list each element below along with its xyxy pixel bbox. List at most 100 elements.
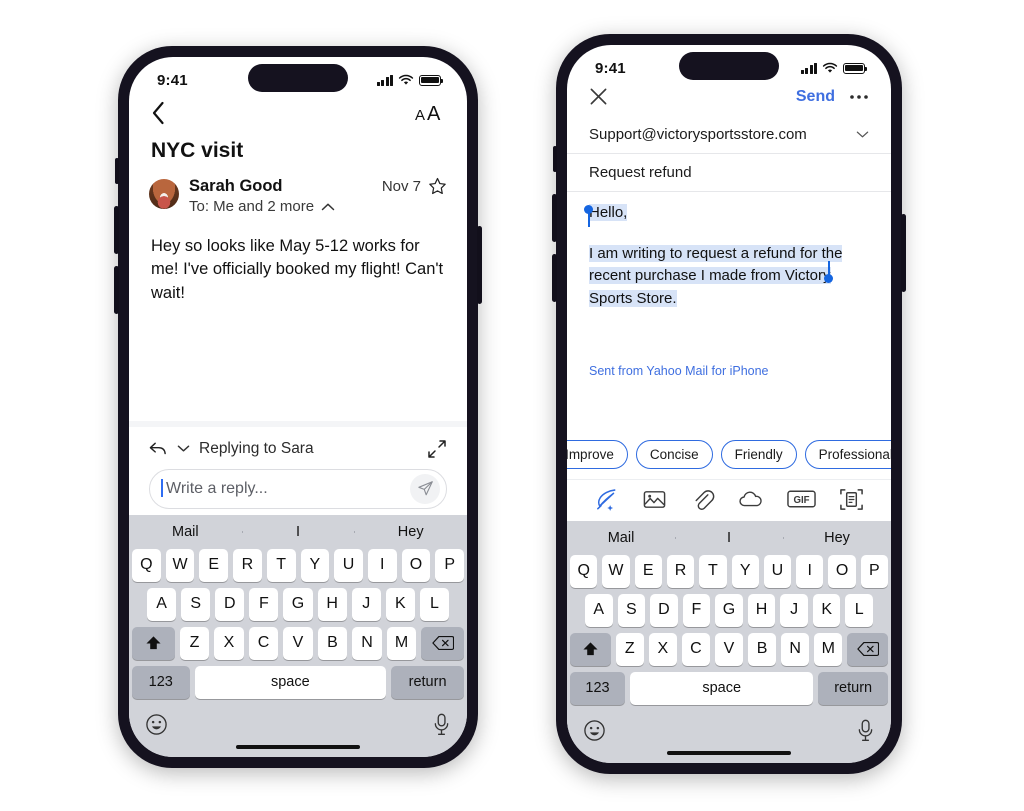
to-field-row[interactable]: Support@victorysportsstore.com <box>567 116 891 154</box>
key-h-right[interactable]: H <box>747 593 776 627</box>
shift-key-right[interactable] <box>570 632 611 666</box>
send-reply-button[interactable] <box>410 473 440 504</box>
key-f[interactable]: F <box>249 587 279 621</box>
key-j[interactable]: J <box>351 587 381 621</box>
key-x-right[interactable]: X <box>648 632 677 666</box>
key-p[interactable]: P <box>435 548 465 582</box>
key-r-right[interactable]: R <box>666 554 695 588</box>
shift-key[interactable] <box>131 626 175 660</box>
compose-body[interactable]: Hello, I am writing to request a refund … <box>567 192 891 430</box>
volume-up-button-right[interactable] <box>552 194 557 242</box>
chevron-down-icon-recipients[interactable] <box>856 130 869 139</box>
ai-quill-icon[interactable] <box>594 487 619 512</box>
key-z[interactable]: Z <box>179 626 210 660</box>
key-m-right[interactable]: M <box>814 632 843 666</box>
key-a[interactable]: A <box>147 587 177 621</box>
key-r[interactable]: R <box>233 548 262 582</box>
key-o-right[interactable]: O <box>828 554 856 588</box>
star-icon[interactable] <box>428 177 447 196</box>
key-n-right[interactable]: N <box>781 632 810 666</box>
key-g[interactable]: G <box>283 587 313 621</box>
silence-switch-right[interactable] <box>553 146 557 172</box>
key-w[interactable]: W <box>165 548 195 582</box>
key-b-right[interactable]: B <box>748 632 777 666</box>
microphone-icon[interactable] <box>432 713 451 736</box>
suggestion-2[interactable]: Hey <box>354 524 467 540</box>
volume-down-button-right[interactable] <box>552 254 557 302</box>
key-a-right[interactable]: A <box>584 593 613 627</box>
key-q-right[interactable]: Q <box>570 554 598 588</box>
more-dots-icon[interactable] <box>849 93 869 101</box>
key-l-right[interactable]: L <box>845 593 874 627</box>
emoji-smiley-icon[interactable] <box>145 713 168 736</box>
key-h[interactable]: H <box>317 587 347 621</box>
key-m[interactable]: M <box>386 626 417 660</box>
attachment-paperclip-icon[interactable] <box>690 487 715 512</box>
suggestion-right-2[interactable]: Hey <box>783 530 891 546</box>
close-compose-button[interactable] <box>589 87 608 106</box>
key-p-right[interactable]: P <box>860 554 888 588</box>
key-e[interactable]: E <box>199 548 229 582</box>
subject-field-row[interactable]: Request refund <box>567 154 891 192</box>
selection-end-handle[interactable] <box>824 274 833 283</box>
home-indicator-right[interactable] <box>667 750 791 755</box>
pill-improve[interactable]: Improve <box>567 439 628 469</box>
key-v[interactable]: V <box>283 626 313 660</box>
text-size-icon[interactable]: A A <box>415 102 445 124</box>
key-q[interactable]: Q <box>131 548 161 582</box>
selected-text-block[interactable]: Hello, I am writing to request a refund … <box>584 204 843 307</box>
backspace-key-right[interactable] <box>847 632 888 666</box>
key-i[interactable]: I <box>367 548 397 582</box>
numbers-key[interactable]: 123 <box>132 665 190 699</box>
chevron-up-icon[interactable] <box>321 202 335 212</box>
key-n[interactable]: N <box>352 626 382 660</box>
power-button[interactable] <box>477 226 482 304</box>
selection-start-handle[interactable] <box>584 205 593 214</box>
return-key-right[interactable]: return <box>818 671 888 705</box>
key-k-right[interactable]: K <box>812 593 841 627</box>
backspace-key[interactable] <box>421 626 465 660</box>
emoji-smiley-icon-right[interactable] <box>583 719 606 742</box>
volume-down-button[interactable] <box>114 266 119 314</box>
space-key[interactable]: space <box>194 665 387 699</box>
pill-friendly[interactable]: Friendly <box>720 439 797 469</box>
pill-concise[interactable]: Concise <box>635 439 713 469</box>
cloud-icon[interactable] <box>738 487 764 512</box>
key-x[interactable]: X <box>214 626 244 660</box>
key-l[interactable]: L <box>419 587 449 621</box>
numbers-key-right[interactable]: 123 <box>570 671 625 705</box>
gif-icon[interactable]: GIF <box>786 488 816 510</box>
key-c-right[interactable]: C <box>681 632 710 666</box>
key-j-right[interactable]: J <box>780 593 808 627</box>
suggestion-right-1[interactable]: I <box>675 530 783 546</box>
key-b[interactable]: B <box>317 626 348 660</box>
silence-switch[interactable] <box>115 158 119 184</box>
suggestion-right-0[interactable]: Mail <box>567 530 675 546</box>
key-w-right[interactable]: W <box>602 554 630 588</box>
key-g-right[interactable]: G <box>715 593 743 627</box>
key-t-right[interactable]: T <box>699 554 727 588</box>
reply-arrow-icon[interactable] <box>149 441 168 457</box>
back-button[interactable] <box>151 101 166 125</box>
key-e-right[interactable]: E <box>634 554 662 588</box>
photo-icon[interactable] <box>642 487 667 512</box>
key-s[interactable]: S <box>181 587 211 621</box>
key-u-right[interactable]: U <box>763 554 792 588</box>
key-y[interactable]: Y <box>300 548 330 582</box>
microphone-icon-right[interactable] <box>856 719 875 742</box>
return-key[interactable]: return <box>391 665 464 699</box>
document-scan-icon[interactable] <box>839 487 864 512</box>
suggestion-0[interactable]: Mail <box>129 524 242 540</box>
home-indicator[interactable] <box>236 744 360 749</box>
key-c[interactable]: C <box>248 626 279 660</box>
volume-up-button[interactable] <box>114 206 119 254</box>
expand-arrows-icon[interactable] <box>427 439 447 459</box>
key-z-right[interactable]: Z <box>615 632 644 666</box>
pill-professional[interactable]: Professional <box>804 439 891 469</box>
key-d[interactable]: D <box>215 587 245 621</box>
suggestion-1[interactable]: I <box>241 524 355 540</box>
key-y-right[interactable]: Y <box>731 554 759 588</box>
avatar[interactable] <box>149 179 179 209</box>
key-o[interactable]: O <box>401 548 431 582</box>
key-d-right[interactable]: D <box>650 593 678 627</box>
